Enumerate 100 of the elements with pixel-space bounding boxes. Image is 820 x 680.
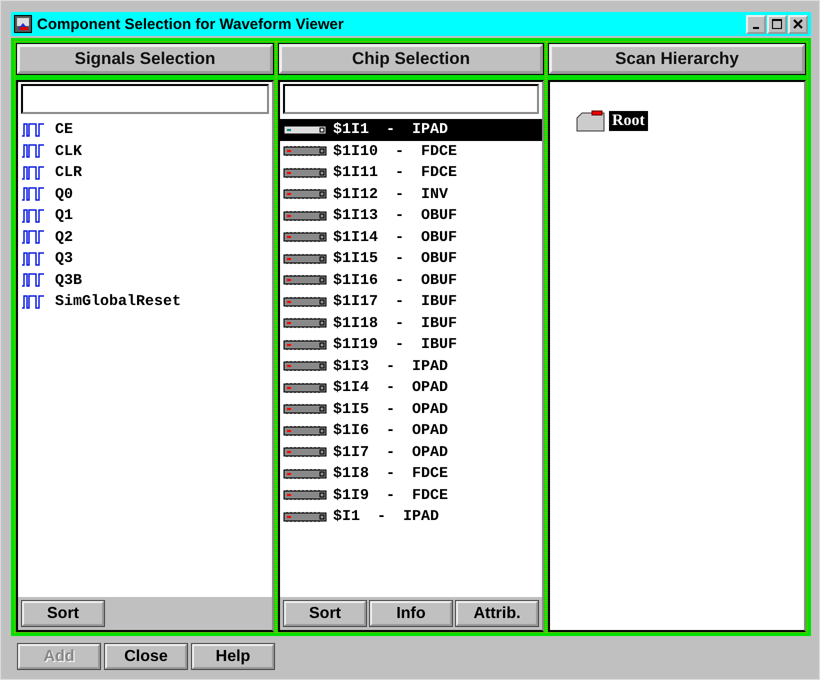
help-button[interactable]: Help xyxy=(192,644,274,669)
chip-icon xyxy=(283,166,327,179)
signal-name: Q1 xyxy=(55,207,74,224)
chip-name: $1I9 - FDCE xyxy=(333,486,448,504)
sort-button[interactable]: Sort xyxy=(22,601,104,626)
chip-name: $1I18 - IBUF xyxy=(333,314,458,332)
chip-item[interactable]: $1I12 - INV xyxy=(280,184,542,205)
chip-name: $1I1 - IPAD xyxy=(333,121,448,138)
close-button[interactable] xyxy=(788,14,808,34)
waveform-icon xyxy=(21,252,45,266)
signal-item[interactable]: Q0 xyxy=(18,184,272,205)
minimize-icon xyxy=(753,26,759,28)
chip-icon xyxy=(283,510,327,523)
signal-name: CE xyxy=(55,121,74,138)
app-icon xyxy=(14,15,32,33)
chip-name: $I1 - IPAD xyxy=(333,508,440,526)
chip-item[interactable]: $1I15 - OBUF xyxy=(280,248,542,270)
chip-icon xyxy=(283,382,327,394)
chip-item[interactable]: $1I14 - OBUF xyxy=(280,226,542,248)
chip-icon xyxy=(283,489,327,502)
panel-header[interactable]: Chip Selection xyxy=(279,44,543,74)
chip-item[interactable]: $1I18 - IBUF xyxy=(280,312,542,334)
signal-name: Q3B xyxy=(55,272,82,289)
signal-item[interactable]: Q1 xyxy=(18,205,272,226)
signal-item[interactable]: CLK xyxy=(18,140,272,162)
waveform-icon xyxy=(21,122,45,137)
chip-name: $1I5 - OPAD xyxy=(333,400,448,418)
chip-name: $1I7 - OPAD xyxy=(333,444,448,461)
chip-icon xyxy=(283,317,327,330)
chip-name: $1I11 - FDCE xyxy=(333,164,458,182)
filter-field[interactable] xyxy=(21,84,269,114)
chip-name: $1I13 - OBUF xyxy=(333,207,458,224)
chip-icon xyxy=(283,296,327,308)
waveform-icon xyxy=(21,144,45,158)
chip-icon xyxy=(283,468,327,480)
chip-icon xyxy=(283,231,327,244)
chip-icon xyxy=(283,210,327,222)
chip-item[interactable]: $1I7 - OPAD xyxy=(280,442,542,463)
panel-header[interactable]: Signals Selection xyxy=(17,44,273,74)
chip-item[interactable]: $1I17 - IBUF xyxy=(280,291,542,312)
chip-item[interactable]: $1I3 - IPAD xyxy=(280,356,542,377)
chip-item[interactable]: $1I9 - FDCE xyxy=(280,484,542,506)
chip-name: $1I12 - INV xyxy=(333,186,448,203)
close-dialog-button[interactable]: Close xyxy=(105,644,187,669)
signal-item[interactable]: Q3B xyxy=(18,270,272,291)
waveform-icon xyxy=(21,187,45,202)
panel-header[interactable]: Scan Hierarchy xyxy=(549,44,805,74)
signal-item[interactable]: SimGlobalReset xyxy=(18,291,272,312)
attributes-button[interactable]: Attrib. xyxy=(456,601,538,626)
chip-name: $1I19 - IBUF xyxy=(333,336,458,354)
chip-item[interactable]: $1I4 - OPAD xyxy=(280,377,542,398)
signal-name: SimGlobalReset xyxy=(55,293,182,310)
chip-item[interactable]: $1I1 - IPAD xyxy=(280,119,542,140)
chip-name: $1I8 - FDCE xyxy=(333,465,448,482)
close-icon xyxy=(791,17,805,31)
signal-name: Q3 xyxy=(55,250,74,268)
waveform-icon xyxy=(21,166,45,180)
chip-name: $1I16 - OBUF xyxy=(333,272,458,289)
chip-item[interactable]: $1I11 - FDCE xyxy=(280,162,542,184)
signal-item[interactable]: Q2 xyxy=(18,226,272,248)
chip-icon xyxy=(283,188,327,200)
chip-item[interactable]: $1I6 - OPAD xyxy=(280,420,542,442)
window-title: Component Selection for Waveform Viewer xyxy=(37,16,345,32)
chip-icon xyxy=(283,145,327,158)
chip-icon xyxy=(283,338,327,351)
chip-name: $1I17 - IBUF xyxy=(333,293,458,310)
waveform-icon xyxy=(21,294,45,309)
chip-icon xyxy=(283,403,327,416)
chip-icon xyxy=(283,252,327,265)
chip-name: $1I10 - FDCE xyxy=(333,142,458,160)
folder-icon xyxy=(576,110,606,132)
sort-button[interactable]: Sort xyxy=(284,601,366,626)
waveform-icon xyxy=(21,273,45,288)
signal-item[interactable]: CLR xyxy=(18,162,272,184)
chip-name: $1I3 - IPAD xyxy=(333,358,448,375)
chip-name: $1I4 - OPAD xyxy=(333,379,448,396)
filter-field[interactable] xyxy=(283,84,539,114)
chip-item[interactable]: $1I8 - FDCE xyxy=(280,463,542,484)
signal-item[interactable]: CE xyxy=(18,119,272,140)
chip-name: $1I15 - OBUF xyxy=(333,250,458,268)
signal-item[interactable]: Q3 xyxy=(18,248,272,270)
chip-item[interactable]: $1I16 - OBUF xyxy=(280,270,542,291)
waveform-icon xyxy=(21,208,45,223)
maximize-button[interactable] xyxy=(767,14,787,34)
minimize-button[interactable] xyxy=(746,14,766,34)
signal-name: Q2 xyxy=(55,228,74,246)
signal-name: CLK xyxy=(55,142,82,160)
chip-icon xyxy=(283,124,327,136)
chip-icon xyxy=(283,274,327,286)
chip-name: $1I14 - OBUF xyxy=(333,228,458,246)
chip-item[interactable]: $1I19 - IBUF xyxy=(280,334,542,356)
chip-item[interactable]: $1I13 - OBUF xyxy=(280,205,542,226)
chip-item[interactable]: $I1 - IPAD xyxy=(280,506,542,528)
info-button[interactable]: Info xyxy=(370,601,452,626)
chip-item[interactable]: $1I10 - FDCE xyxy=(280,140,542,162)
chip-icon xyxy=(283,446,327,458)
tree-node[interactable]: Root xyxy=(609,111,648,131)
waveform-icon xyxy=(21,230,45,244)
chip-item[interactable]: $1I5 - OPAD xyxy=(280,398,542,420)
signal-name: Q0 xyxy=(55,186,74,203)
